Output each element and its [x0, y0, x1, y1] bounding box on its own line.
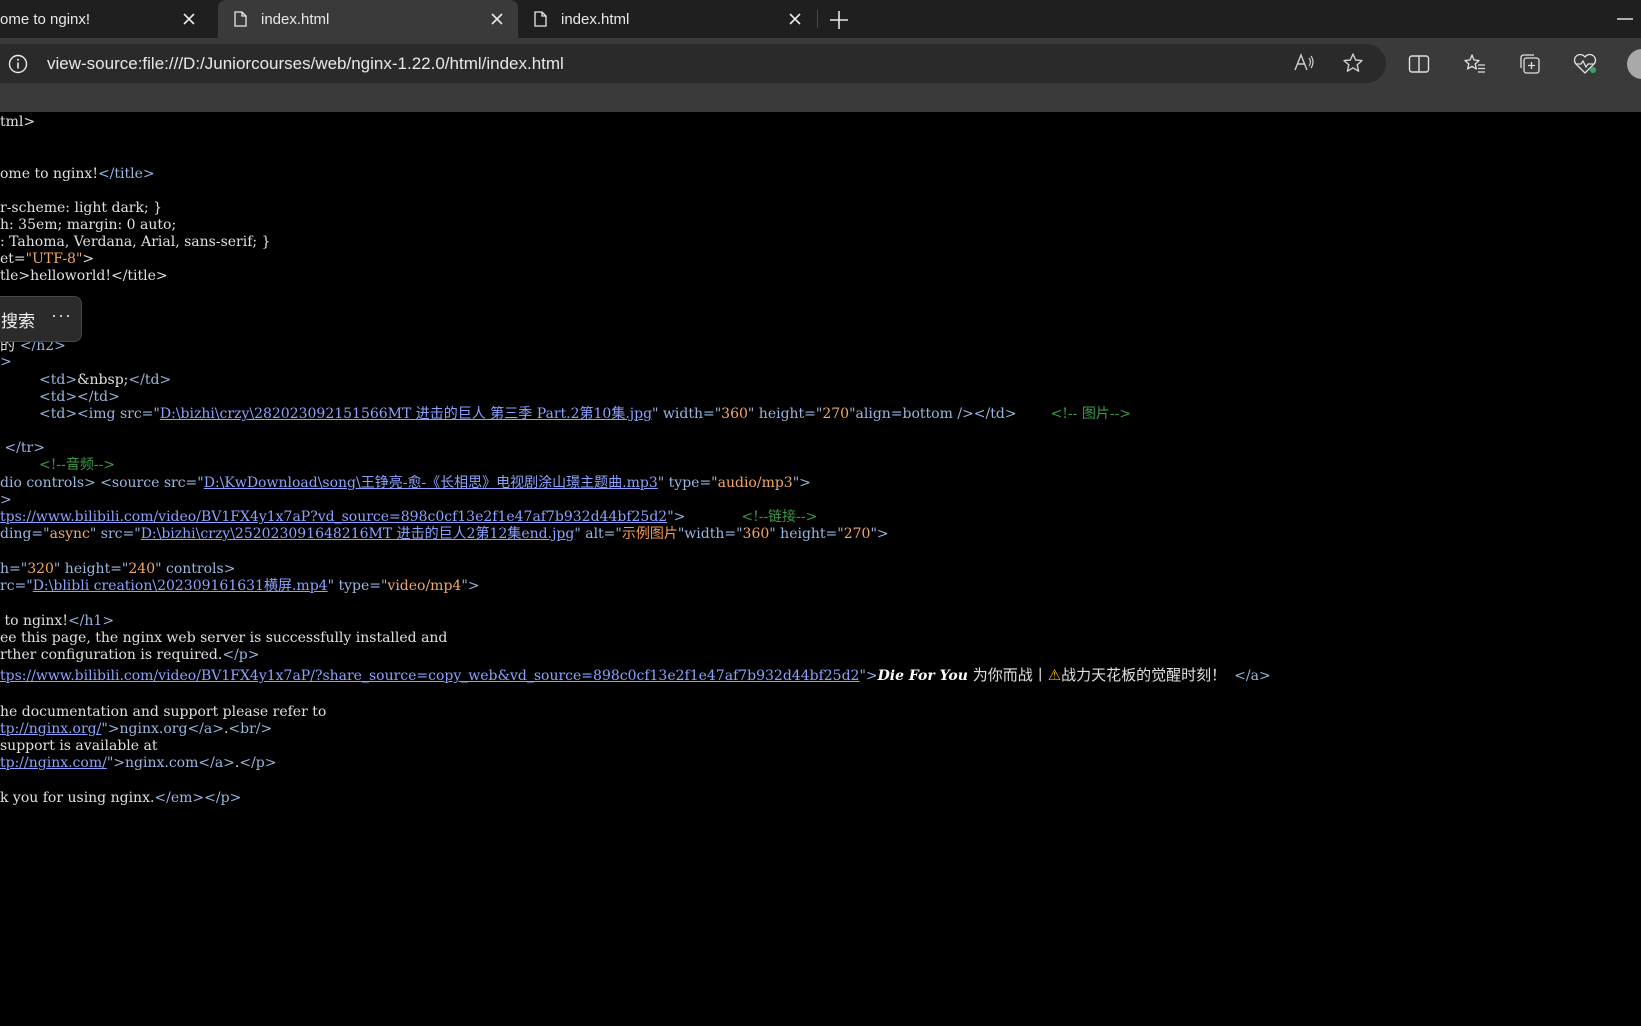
- favorites-icon[interactable]: [1461, 50, 1489, 78]
- source-line: >: [0, 492, 12, 508]
- bilibili-link[interactable]: tps://www.bilibili.com/video/BV1FX4y1x7a…: [0, 509, 667, 525]
- source-line: et="UTF-8">: [0, 251, 95, 267]
- close-icon[interactable]: [488, 10, 506, 28]
- close-icon[interactable]: [786, 10, 804, 28]
- video-src-link[interactable]: D:\blibli creation\202309161631横屏.mp4: [33, 578, 328, 594]
- page-icon: [534, 11, 547, 27]
- nginx-com-link[interactable]: tp://nginx.com/: [0, 755, 107, 771]
- warning-icon: ⚠: [1047, 666, 1062, 684]
- source-line: tps://www.bilibili.com/video/BV1FX4y1x7a…: [0, 666, 1271, 685]
- source-line: to nginx!</h1>: [0, 613, 115, 629]
- source-line: r-scheme: light dark; }: [0, 200, 163, 216]
- toolbar-strip: [0, 90, 1641, 113]
- split-screen-icon[interactable]: [1405, 50, 1433, 78]
- source-line: ding="async" src="D:\bizhi\crzy\25202309…: [0, 526, 889, 542]
- nginx-org-link[interactable]: tp://nginx.org/: [0, 721, 101, 737]
- source-line: <!--音频-->: [39, 457, 116, 473]
- favorite-star-icon[interactable]: [1339, 49, 1367, 77]
- bilibili-share-link[interactable]: tps://www.bilibili.com/video/BV1FX4y1x7a…: [0, 668, 859, 684]
- tab-strip: ome to nginx! index.html index.html: [0, 0, 1641, 38]
- source-line: ome to nginx!</title>: [0, 166, 155, 182]
- source-line: tp://nginx.com/">nginx.com</a>.</p>: [0, 755, 277, 771]
- info-icon[interactable]: [8, 54, 28, 74]
- tab-separator: [817, 10, 818, 28]
- source-line: </tr>: [0, 440, 45, 456]
- source-line: tml>: [0, 114, 36, 130]
- source-line: rc="D:\blibli creation\202309161631横屏.mp…: [0, 578, 480, 594]
- source-line: support is available at: [0, 738, 158, 754]
- plus-icon: [830, 11, 848, 29]
- performance-heart-icon[interactable]: [1571, 50, 1599, 78]
- tab-welcome-nginx[interactable]: ome to nginx!: [0, 0, 210, 38]
- source-line: <td><img src="D:\bizhi\crzy\282023092151…: [39, 406, 1132, 422]
- search-button[interactable]: 搜索: [1, 307, 35, 332]
- tab-index-html-active[interactable]: index.html: [218, 0, 518, 38]
- image-src-link[interactable]: D:\bizhi\crzy\282023092151566MT 进击的巨人 第三…: [160, 406, 652, 422]
- source-line: tle>helloworld!</title>: [0, 268, 168, 284]
- source-view: tml> ome to nginx!</title> r-scheme: lig…: [0, 112, 1641, 1026]
- source-line: h: 35em; margin: 0 auto;: [0, 217, 177, 233]
- tab-index-html[interactable]: index.html: [518, 0, 816, 38]
- source-line: tps://www.bilibili.com/video/BV1FX4y1x7a…: [0, 509, 818, 525]
- minimize-icon: [1617, 18, 1633, 20]
- tab-title: index.html: [261, 10, 330, 28]
- page-icon: [234, 11, 247, 27]
- read-aloud-icon[interactable]: [1290, 49, 1318, 77]
- source-line: rther configuration is required.</p>: [0, 647, 260, 663]
- image-src-link[interactable]: D:\bizhi\crzy\252023091648216MT 进击的巨人2第1…: [141, 526, 575, 542]
- tab-title: index.html: [561, 10, 630, 28]
- minimize-button[interactable]: [1610, 8, 1640, 30]
- address-bar[interactable]: view-source:file:///D:/Juniorcourses/web…: [0, 44, 1386, 83]
- source-line: >: [0, 354, 12, 370]
- tab-title: ome to nginx!: [0, 10, 91, 28]
- selection-popup: 搜索 ···: [0, 296, 82, 342]
- close-icon[interactable]: [180, 10, 198, 28]
- browser-toolbar: view-source:file:///D:/Juniorcourses/web…: [0, 38, 1641, 90]
- source-line: he documentation and support please refe…: [0, 704, 327, 720]
- source-line: <td></td>: [39, 389, 120, 405]
- source-line: h="320" height="240" controls>: [0, 561, 236, 577]
- source-line: k you for using nginx.</em></p>: [0, 790, 242, 806]
- source-line: : Tahoma, Verdana, Arial, sans-serif; }: [0, 234, 271, 250]
- new-tab-button[interactable]: [826, 7, 852, 33]
- profile-avatar[interactable]: [1627, 49, 1641, 79]
- collections-icon[interactable]: [1516, 50, 1544, 78]
- more-options-button[interactable]: ···: [51, 305, 72, 326]
- source-line: tp://nginx.org/">nginx.org</a>.<br/>: [0, 721, 273, 737]
- source-line: ee this page, the nginx web server is su…: [0, 630, 448, 646]
- audio-src-link[interactable]: D:\KwDownload\song\王铮亮-愈-《长相思》电视剧涂山璟主题曲.…: [204, 475, 658, 491]
- url-text[interactable]: view-source:file:///D:/Juniorcourses/web…: [47, 54, 564, 74]
- source-line: <td>&nbsp;</td>: [39, 372, 172, 388]
- source-line: dio controls> <source src="D:\KwDownload…: [0, 475, 811, 491]
